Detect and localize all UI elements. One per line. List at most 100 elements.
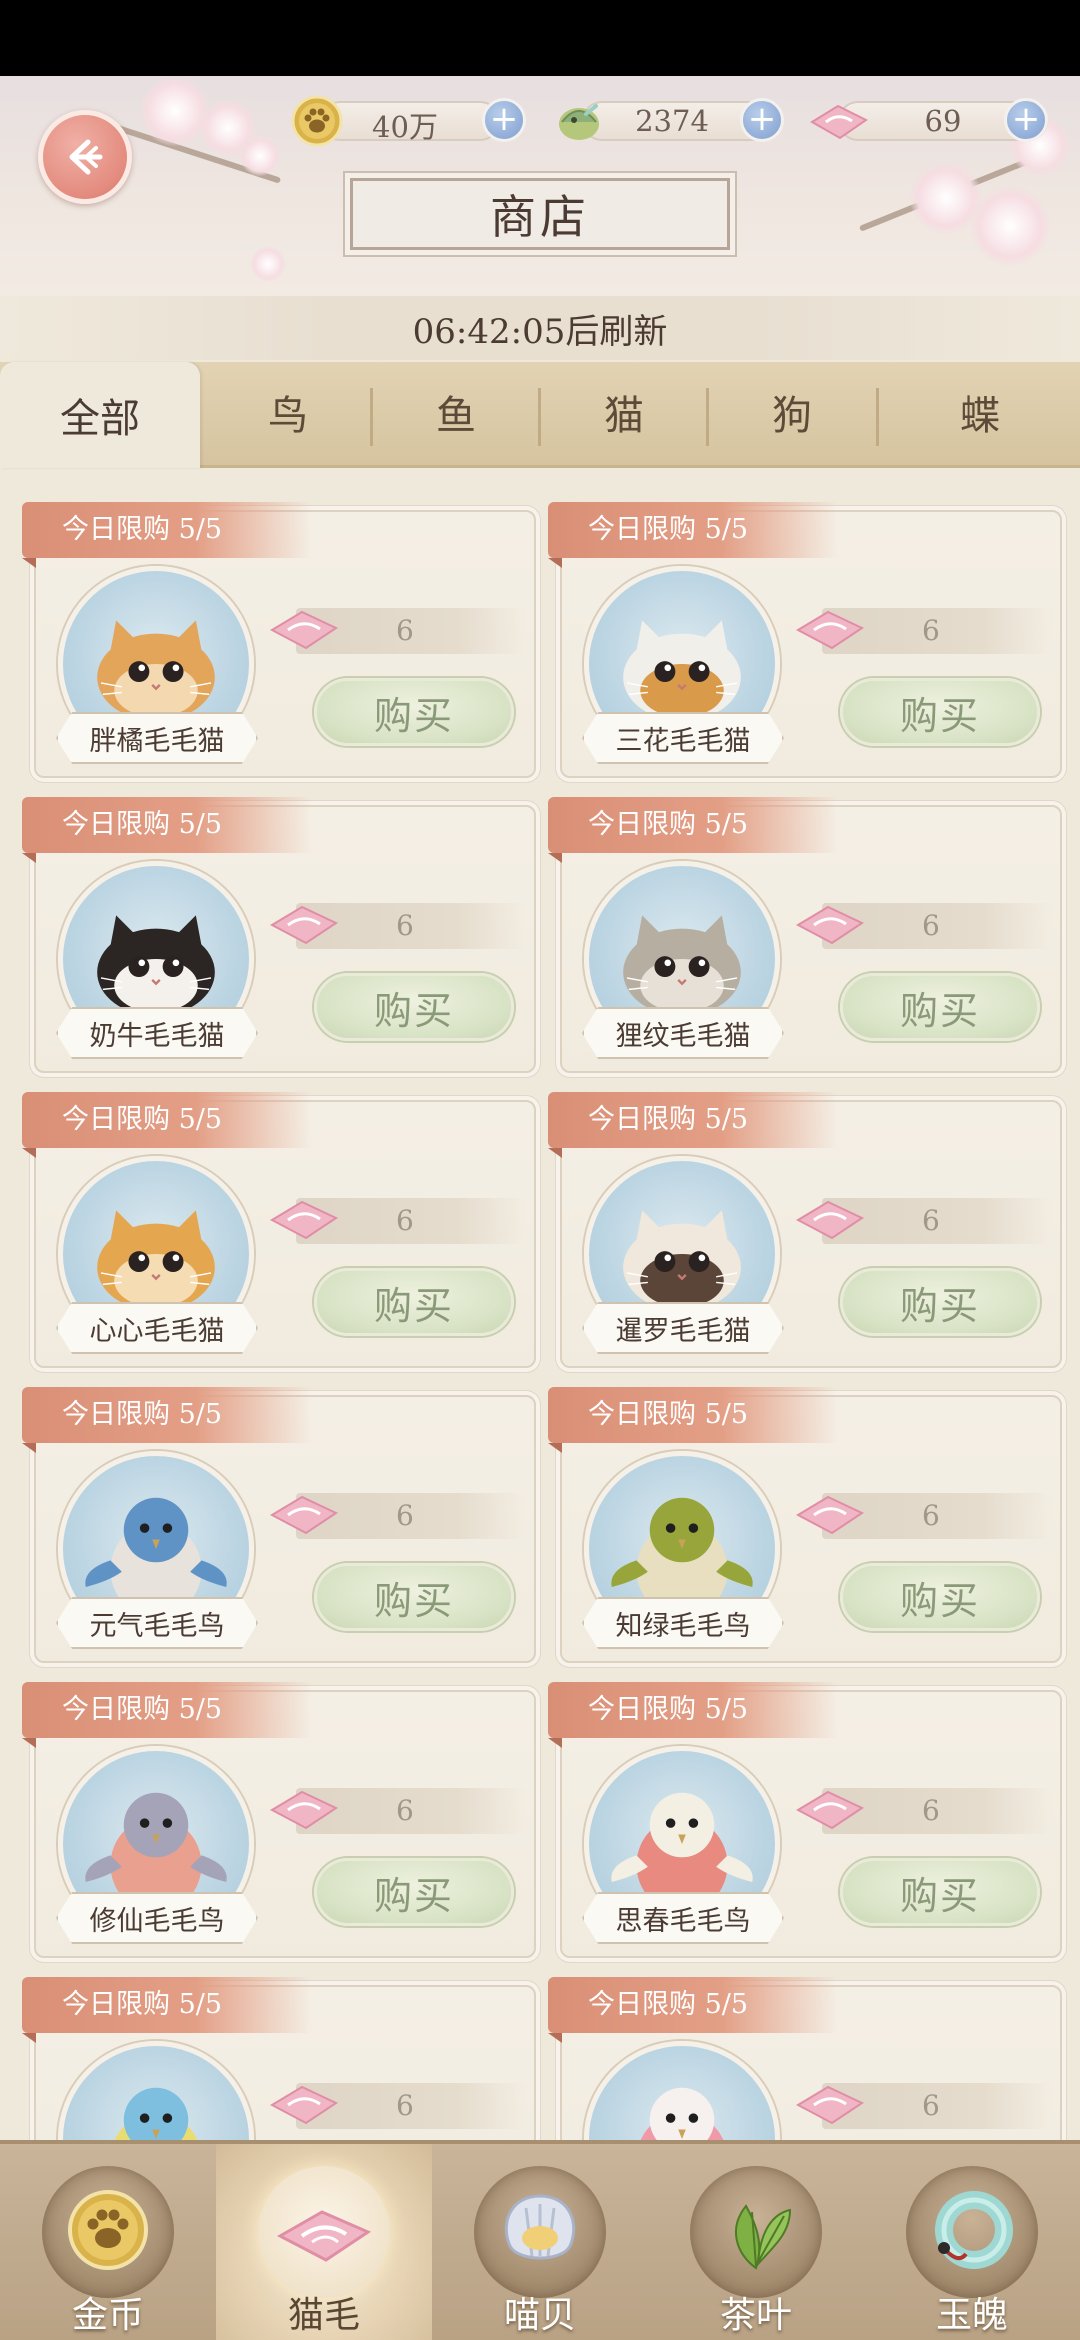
product-name: 奶牛毛毛猫 xyxy=(56,1007,258,1059)
product-card: 今日限购 5/5 元气毛毛鸟 6 购买 xyxy=(22,1387,536,1663)
buy-button[interactable]: 购买 xyxy=(840,1858,1040,1926)
coin-value: 40万 xyxy=(372,110,438,144)
buy-button[interactable]: 购买 xyxy=(840,1268,1040,1336)
price-value: 6 xyxy=(396,909,414,942)
product-card: 今日限购 5/5 三花毛毛猫 6 购买 xyxy=(548,502,1062,778)
tab-separator xyxy=(876,388,879,446)
buy-button[interactable]: 购买 xyxy=(314,973,514,1041)
product-card: 今日限购 5/5 思春毛毛鸟 6 购买 xyxy=(548,1682,1062,1958)
cat-fur-icon xyxy=(269,610,339,650)
buy-button[interactable]: 购买 xyxy=(840,1563,1040,1631)
bottom-tab-label: 金币 xyxy=(71,2295,144,2336)
daily-limit-badge: 今日限购 5/5 xyxy=(548,1092,838,1158)
cat-fur-icon xyxy=(795,2085,865,2125)
product-card: 今日限购 5/5 6 xyxy=(22,1977,536,2140)
product-name: 暹罗毛毛猫 xyxy=(582,1302,784,1354)
buy-button[interactable]: 购买 xyxy=(314,1268,514,1336)
product-card: 今日限购 5/5 狸纹毛毛猫 6 购买 xyxy=(548,797,1062,1073)
bottom-tab-fur[interactable]: 猫毛 xyxy=(216,2144,432,2340)
tab-all[interactable]: 全部 xyxy=(0,362,200,468)
cat-fur-icon xyxy=(795,610,865,650)
product-portrait xyxy=(584,2041,780,2140)
bottom-tab-shells[interactable]: 喵贝 xyxy=(432,2144,648,2340)
price-value: 6 xyxy=(922,1499,940,1532)
buy-button[interactable]: 购买 xyxy=(314,1563,514,1631)
tab-cat[interactable]: 猫 xyxy=(540,362,708,462)
cat-fur-icon xyxy=(795,905,865,945)
price-value: 6 xyxy=(396,1499,414,1532)
price-value: 6 xyxy=(396,2089,414,2122)
price-value: 6 xyxy=(922,1794,940,1827)
product-name: 胖橘毛毛猫 xyxy=(56,712,258,764)
bottom-tab-label: 喵贝 xyxy=(503,2295,576,2336)
add-fur-button[interactable]: + xyxy=(1004,98,1048,142)
currency-shells: 2374 + xyxy=(552,98,787,144)
daily-limit-badge: 今日限购 5/5 xyxy=(22,502,312,568)
daily-limit-badge: 今日限购 5/5 xyxy=(22,1092,312,1158)
daily-limit-badge: 今日限购 5/5 xyxy=(22,1387,312,1453)
buy-button[interactable]: 购买 xyxy=(840,678,1040,746)
daily-limit-badge: 今日限购 5/5 xyxy=(548,797,838,863)
add-coins-button[interactable]: + xyxy=(482,98,526,142)
refresh-timer: 06:42:05后刷新 xyxy=(0,296,1080,360)
cat-fur-icon xyxy=(269,1790,339,1830)
shell-icon xyxy=(504,2194,576,2260)
tab-bird[interactable]: 鸟 xyxy=(204,362,372,462)
cat-fur-icon xyxy=(269,2085,339,2125)
blossom-decoration xyxy=(250,246,286,282)
buy-button[interactable]: 购买 xyxy=(840,973,1040,1041)
cat-fur-icon xyxy=(269,905,339,945)
product-name: 知绿毛毛鸟 xyxy=(582,1597,784,1649)
product-card: 今日限购 5/5 心心毛毛猫 6 购买 xyxy=(22,1092,536,1368)
buy-button[interactable]: 购买 xyxy=(314,1858,514,1926)
price-value: 6 xyxy=(922,614,940,647)
bottom-tab-label: 玉魄 xyxy=(935,2295,1008,2336)
price-value: 6 xyxy=(922,909,940,942)
product-name: 思春毛毛鸟 xyxy=(582,1892,784,1944)
product-card: 今日限购 5/5 奶牛毛毛猫 6 购买 xyxy=(22,797,536,1073)
product-card: 今日限购 5/5 胖橘毛毛猫 6 购买 xyxy=(22,502,536,778)
price-value: 6 xyxy=(396,1204,414,1237)
shell-value: 2374 xyxy=(635,104,709,138)
daily-limit-badge: 今日限购 5/5 xyxy=(22,1977,312,2043)
daily-limit-badge: 今日限购 5/5 xyxy=(22,797,312,863)
tab-fish[interactable]: 鱼 xyxy=(372,362,540,462)
product-portrait xyxy=(58,2041,254,2140)
fur-value: 69 xyxy=(924,104,962,138)
paw-coin-icon xyxy=(291,95,343,147)
currency-coins: 40万 + xyxy=(290,95,526,147)
bottom-tab-tea[interactable]: 茶叶 xyxy=(648,2144,864,2340)
shell-icon xyxy=(559,104,599,140)
paw-coin-icon xyxy=(68,2190,148,2270)
bird-plush-icon xyxy=(114,2087,198,2140)
blossom-decoration xyxy=(140,76,210,146)
tab-butterfly[interactable]: 蝶 xyxy=(896,362,1064,462)
price-value: 6 xyxy=(922,2089,940,2122)
cat-fur-icon xyxy=(795,1790,865,1830)
product-card: 今日限购 5/5 知绿毛毛鸟 6 购买 xyxy=(548,1387,1062,1663)
bottom-tab-coins[interactable]: 金币 xyxy=(0,2144,216,2340)
item-grid: 今日限购 5/5 胖橘毛毛猫 6 购买 今日限购 5/5 三花毛毛猫 6 购买 … xyxy=(0,468,1080,2140)
price-value: 6 xyxy=(396,614,414,647)
tab-dog[interactable]: 狗 xyxy=(708,362,876,462)
blossom-decoration xyxy=(970,186,1050,266)
daily-limit-badge: 今日限购 5/5 xyxy=(548,502,838,568)
status-bar xyxy=(0,0,1080,76)
daily-limit-badge: 今日限购 5/5 xyxy=(548,1682,838,1748)
bottom-tab-label: 猫毛 xyxy=(287,2295,360,2336)
buy-button[interactable]: 购买 xyxy=(314,678,514,746)
tea-leaf-icon xyxy=(735,2204,792,2270)
currency-fur: 69 + xyxy=(808,98,1053,144)
price-value: 6 xyxy=(396,1794,414,1827)
daily-limit-badge: 今日限购 5/5 xyxy=(548,1387,838,1453)
product-name: 修仙毛毛鸟 xyxy=(56,1892,258,1944)
cat-fur-icon xyxy=(276,2210,372,2262)
product-card: 今日限购 5/5 6 xyxy=(548,1977,1062,2140)
blossom-decoration xyxy=(240,136,280,176)
bottom-tab-jade[interactable]: 玉魄 xyxy=(864,2144,1080,2340)
cat-fur-icon xyxy=(795,1495,865,1535)
back-button[interactable] xyxy=(38,110,132,204)
add-shells-button[interactable]: + xyxy=(740,98,784,142)
jade-ring-icon xyxy=(935,2191,1013,2269)
page-title-text: 商店 xyxy=(490,190,590,244)
